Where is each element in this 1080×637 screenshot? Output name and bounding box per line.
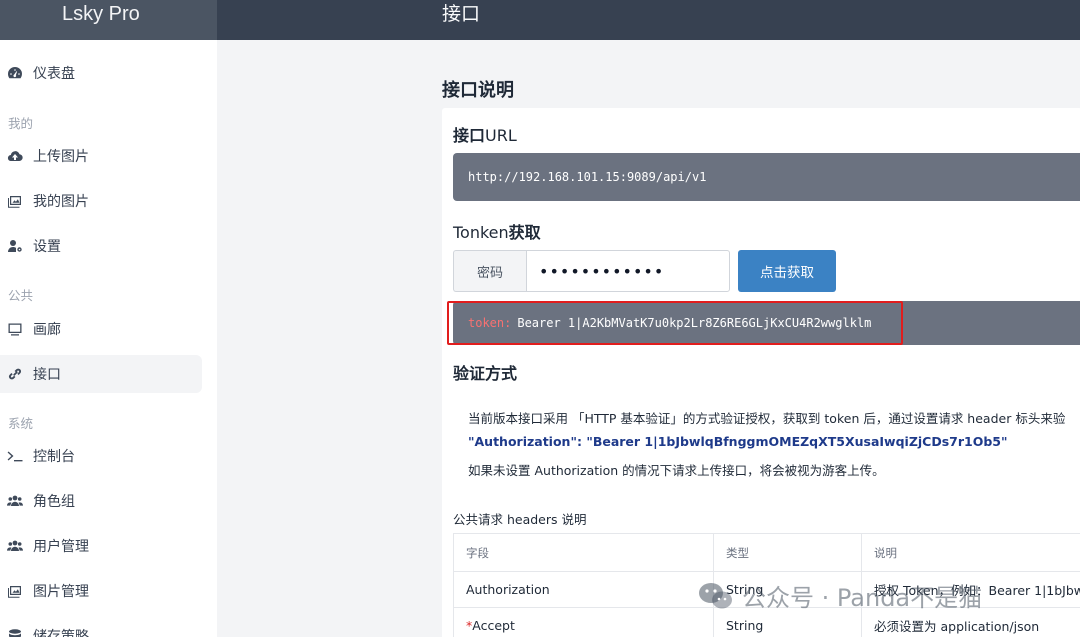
watermark-text: 公众号 · Panda不是猫 [742,584,983,612]
sidebar-item-label: 画廊 [33,322,61,338]
top-bar: Lsky Pro 接口 [0,0,1080,40]
page-header-title: 接口 [442,3,481,25]
api-url-title: 接口URL [453,122,517,146]
token-title-rest: Tonken [453,223,509,242]
monitor-icon [6,320,24,338]
field-name: Authorization [466,582,550,597]
user-gear-icon [6,237,24,255]
section-label-public: 公共 [8,288,34,303]
password-field[interactable] [526,250,730,292]
sidebar-item-my-images[interactable]: 我的图片 [0,182,202,220]
sidebar-item-upload[interactable]: 上传图片 [0,137,202,175]
sidebar-item-gallery[interactable]: 画廊 [0,310,202,348]
sidebar-item-label: 角色组 [33,494,75,510]
sidebar-item-console[interactable]: 控制台 [0,437,202,475]
sidebar-item-dashboard[interactable]: 仪表盘 [0,54,202,92]
api-url-value[interactable]: http://192.168.101.15:9089/api/v1 [468,170,706,184]
sidebar-item-settings[interactable]: 设置 [0,227,202,265]
sidebar-item-label: 图片管理 [33,584,89,600]
cell-field: Authorization [453,571,714,608]
column-header-field: 字段 [453,533,714,572]
auth-guest-note: 如果未设置 Authorization 的情况下请求上传接口，将会被视为游客上传… [468,463,885,478]
sidebar-item-api[interactable]: 接口 [0,355,202,393]
token-highlight-frame [447,301,903,345]
sidebar-item-label: 用户管理 [33,539,89,555]
sidebar-item-images-admin[interactable]: 图片管理 [0,572,202,610]
section-label-system: 系统 [8,416,34,431]
token-title: Tonken获取 [453,219,541,243]
sidebar: 仪表盘 我的 上传图片 我的图片 设置 公共 画廊 接口 系统 控制台 角色组 … [0,40,217,637]
cloud-upload-icon [6,147,24,165]
headers-table-title: 公共请求 headers 说明 [453,512,587,527]
api-url-title-rest: URL [485,126,517,145]
api-doc-card: 接口URL http://192.168.101.15:9089/api/v1 … [442,108,1080,637]
api-url-title-bold: 接口 [453,126,486,145]
images-icon [6,582,24,600]
password-input-group: 密码 [453,250,730,292]
table-header-row: 字段 类型 说明 [453,533,1080,572]
gauge-icon [6,64,24,82]
sidebar-item-label: 设置 [33,239,61,255]
api-url-box[interactable]: http://192.168.101.15:9089/api/v1 [453,153,1080,201]
watermark: 公众号 · Panda不是猫 [698,578,982,613]
auth-example: "Authorization": "Bearer 1|1bJbwlqBfnggm… [468,434,1008,449]
field-name: Accept [472,618,515,633]
page-title: 接口说明 [442,80,514,101]
sidebar-item-label: 接口 [33,367,61,383]
password-label: 密码 [453,250,526,292]
cell-field: *Accept [453,607,714,637]
database-icon [6,627,24,637]
main-content: 接口说明 接口URL http://192.168.101.15:9089/ap… [217,40,1080,637]
sidebar-item-storage[interactable]: 储存策略 [0,617,202,637]
auth-description: 当前版本接口采用 「HTTP 基本验证」的方式验证授权，获取到 token 后，… [468,411,1066,426]
column-header-type: 类型 [713,533,862,572]
users-cog-icon [6,537,24,555]
sidebar-item-users[interactable]: 用户管理 [0,527,202,565]
column-header-desc: 说明 [861,533,1080,572]
auth-title: 验证方式 [453,364,518,383]
brand-logo[interactable]: Lsky Pro [0,0,217,40]
sidebar-item-label: 储存策略 [33,629,89,637]
get-token-button[interactable]: 点击获取 [738,250,836,292]
wechat-icon [699,582,732,608]
sidebar-item-label: 我的图片 [33,194,89,210]
token-title-bold: 获取 [508,223,541,242]
sidebar-item-roles[interactable]: 角色组 [0,482,202,520]
sidebar-item-label: 上传图片 [33,149,89,165]
terminal-icon [6,447,24,465]
link-icon [6,365,24,383]
section-label-mine: 我的 [8,116,34,131]
sidebar-item-label: 仪表盘 [33,66,75,82]
sidebar-item-label: 控制台 [33,449,75,465]
images-icon [6,192,24,210]
users-icon [6,492,24,510]
